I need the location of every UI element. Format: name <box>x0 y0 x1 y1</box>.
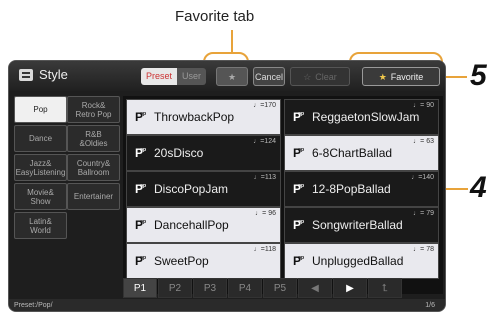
callout-line <box>231 30 233 52</box>
current-path: Preset:/Pop/ <box>14 302 53 309</box>
style-tempo: ♩=113 <box>253 174 276 181</box>
star-icon: ★ <box>227 72 237 82</box>
style-item[interactable]: Pop 20sDisco ♩=124 <box>126 135 281 171</box>
style-list: Pop ThrowbackPop ♩=170 Pop ReggaetonSlowJam ♩… <box>123 96 443 294</box>
step-4-label: 4 <box>470 171 487 204</box>
category-3[interactable]: R&B &Oldies <box>67 125 120 152</box>
page-tab-p2[interactable]: P2 <box>158 278 192 298</box>
category-2[interactable]: Dance <box>14 125 67 152</box>
style-tempo: ♩= 90 <box>413 102 434 109</box>
next-arrow-icon[interactable]: ▶ <box>333 278 367 298</box>
up-folder-icon[interactable]: ⮤ <box>368 278 402 298</box>
style-item[interactable]: Pop SongwriterBallad ♩= 79 <box>284 207 439 243</box>
pop-style-icon: Pop <box>293 109 305 124</box>
style-name: ReggaetonSlowJam <box>312 110 420 124</box>
style-tempo: ♩=124 <box>253 138 276 145</box>
pop-style-icon: Pop <box>135 217 147 232</box>
style-name: UnpluggedBallad <box>312 254 404 268</box>
status-bar: Preset:/Pop/ 1/6 <box>9 299 445 311</box>
category-7[interactable]: Entertainer <box>67 183 120 210</box>
clear-button-label: Clear <box>315 72 337 82</box>
style-name: DiscoPopJam <box>154 182 229 196</box>
favorite-tab-callout: Favorite tab <box>175 8 255 25</box>
step5-line <box>443 76 467 78</box>
category-8[interactable]: Latin& World <box>14 212 67 239</box>
style-icon <box>19 68 33 81</box>
step-5-label: 5 <box>470 59 487 92</box>
screen-title: Style <box>19 67 68 82</box>
style-name: SweetPop <box>154 254 209 268</box>
pop-style-icon: Pop <box>293 253 305 268</box>
tab-preset[interactable]: Preset <box>141 68 178 85</box>
pop-style-icon: Pop <box>293 181 305 196</box>
page-tab-p5[interactable]: P5 <box>263 278 297 298</box>
style-item[interactable]: Pop ReggaetonSlowJam ♩= 90 <box>284 99 439 135</box>
pop-style-icon: Pop <box>135 109 147 124</box>
page-tab-p4[interactable]: P4 <box>228 278 262 298</box>
pop-style-icon: Pop <box>293 217 305 232</box>
style-tempo: ♩= 78 <box>413 246 434 253</box>
style-tempo: ♩=170 <box>253 102 276 109</box>
pop-style-icon: Pop <box>293 145 305 160</box>
page-tab-p3[interactable]: P3 <box>193 278 227 298</box>
style-screen: Style Preset User ★ Cancel ☆ Clear ★ Favor… <box>8 60 446 312</box>
category-1[interactable]: Rock& Retro Pop <box>67 96 120 123</box>
clear-button[interactable]: ☆ Clear <box>290 67 350 86</box>
star-icon: ★ <box>378 72 387 82</box>
screen-title-text: Style <box>39 67 68 82</box>
style-name: ThrowbackPop <box>154 110 235 124</box>
tab-user[interactable]: User <box>177 68 207 85</box>
style-item[interactable]: Pop ThrowbackPop ♩=170 <box>126 99 281 135</box>
style-tempo: ♩=140 <box>411 174 434 181</box>
cancel-button[interactable]: Cancel <box>253 67 285 86</box>
style-name: 6-8ChartBallad <box>312 146 393 160</box>
style-tempo: ♩=118 <box>253 246 276 253</box>
category-5[interactable]: Country& Ballroom <box>67 154 120 181</box>
preset-user-tabs: Preset User <box>141 68 207 85</box>
pop-style-icon: Pop <box>135 253 147 268</box>
style-tempo: ♩= 96 <box>255 210 276 217</box>
tab-favorite[interactable]: ★ <box>216 67 248 86</box>
style-item[interactable]: Pop 12-8PopBallad ♩=140 <box>284 171 439 207</box>
category-0[interactable]: Pop <box>14 96 67 123</box>
category-4[interactable]: Jazz& EasyListening <box>14 154 67 181</box>
style-tempo: ♩= 79 <box>413 210 434 217</box>
favorite-button-label: Favorite <box>390 72 424 82</box>
style-item[interactable]: Pop 6-8ChartBallad ♩= 63 <box>284 135 439 171</box>
style-item[interactable]: Pop DancehallPop ♩= 96 <box>126 207 281 243</box>
pop-style-icon: Pop <box>135 145 147 160</box>
top-bar: Style Preset User ★ Cancel ☆ Clear ★ Favor… <box>9 61 445 91</box>
page-bar: P1 P2 P3 P4 P5 ◀ ▶ ⮤ <box>123 278 443 298</box>
page-tab-p1[interactable]: P1 <box>123 278 157 298</box>
style-name: 12-8PopBallad <box>312 182 391 196</box>
style-item[interactable]: Pop DiscoPopJam ♩=113 <box>126 171 281 207</box>
star-outline-icon: ☆ <box>303 72 312 82</box>
pop-style-icon: Pop <box>135 181 147 196</box>
prev-arrow-icon[interactable]: ◀ <box>298 278 332 298</box>
page-count: 1/6 <box>425 302 435 309</box>
style-name: SongwriterBallad <box>312 218 403 232</box>
style-tempo: ♩= 63 <box>413 138 434 145</box>
category-6[interactable]: Movie& Show <box>14 183 67 210</box>
style-name: 20sDisco <box>154 146 204 160</box>
style-item[interactable]: Pop SweetPop ♩=118 <box>126 243 281 279</box>
style-item[interactable]: Pop UnpluggedBallad ♩= 78 <box>284 243 439 279</box>
step4-line <box>444 188 468 190</box>
favorite-button[interactable]: ★ Favorite <box>362 67 440 86</box>
style-name: DancehallPop <box>154 218 229 232</box>
